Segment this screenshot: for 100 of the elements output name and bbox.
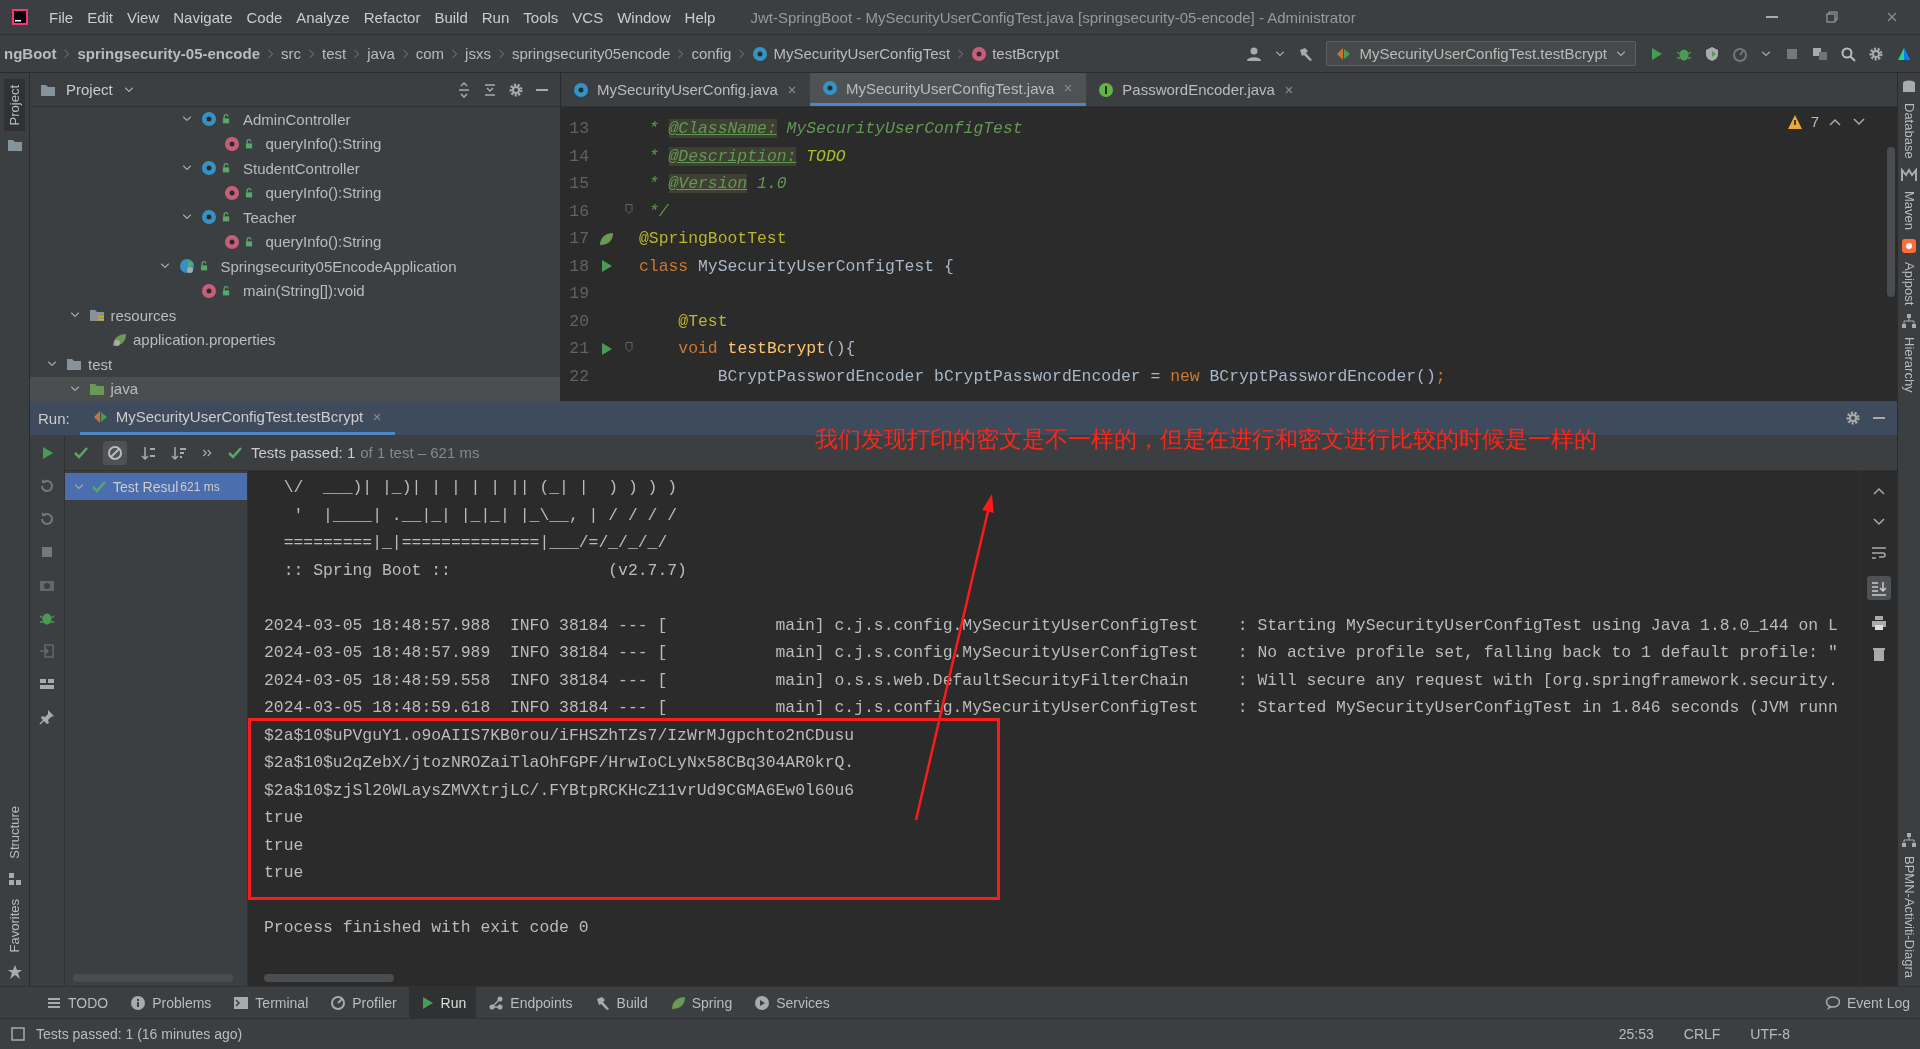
tool-window-tab[interactable]: Problems [120,987,222,1018]
settings-icon[interactable] [1868,45,1884,62]
settings-icon[interactable] [508,81,524,98]
menu-item[interactable]: Edit [80,8,121,26]
menu-item[interactable]: Run [474,8,517,26]
tool-window-tab[interactable]: Favorites [4,892,25,958]
tree-item[interactable]: Springsecurity05EncodeApplication [30,254,560,279]
rerun-icon[interactable] [39,478,55,494]
tool-window-tab[interactable]: Database [1901,101,1917,161]
settings-icon[interactable] [1845,410,1861,426]
tool-window-tab[interactable]: Run [408,987,477,1018]
panel-title[interactable]: Project [66,81,113,98]
status-item[interactable]: 25:53 [1618,1026,1654,1042]
tree-item[interactable]: java [30,376,560,401]
user-icon[interactable] [1246,45,1263,62]
trash-icon[interactable] [1871,646,1887,662]
menu-item[interactable]: Help [677,8,723,26]
tool-window-tab[interactable]: Endpoints [478,987,583,1018]
scrollbar[interactable] [1887,147,1895,297]
terminal-icon [233,994,250,1011]
breadcrumb[interactable]: MySecurityUserConfigTest [773,45,951,62]
soft-wrap-icon[interactable] [1871,545,1887,561]
breadcrumb[interactable]: ngBoot [4,45,57,62]
search-icon[interactable] [1840,45,1856,62]
layout-icon[interactable] [39,676,55,692]
breadcrumb[interactable]: java [367,45,395,62]
expand-all-icon[interactable] [456,81,472,98]
tree-item[interactable]: StudentController [30,156,560,181]
tool-window-tab[interactable]: Services [744,987,840,1018]
tool-window-tab[interactable]: Maven [1901,188,1917,232]
tree-item[interactable]: resources [30,303,560,328]
toggle-icon[interactable] [39,511,55,527]
menu-item[interactable]: Code [239,8,290,26]
leaf-icon[interactable] [598,230,614,247]
menu-item[interactable]: Tools [516,8,566,26]
coverage-icon[interactable] [1704,45,1720,62]
scrollbar[interactable] [264,974,394,982]
menu-item[interactable]: View [120,8,167,26]
breadcrumb[interactable]: testBcrypt [992,45,1059,62]
sort-icon[interactable] [171,444,187,461]
editor-tab[interactable]: MySecurityUserConfig.java [561,73,810,106]
breadcrumb[interactable]: src [281,45,302,62]
lock-icon [221,114,231,125]
status-icon[interactable] [10,1026,26,1042]
tool-window-tab[interactable]: Build [584,987,658,1018]
pin-icon[interactable] [39,709,55,725]
annotation-text: 我们发现打印的密文是不一样的，但是在进行和密文进行比较的时候是一样的 [815,425,1597,454]
tree-item[interactable]: queryInfo():String [30,229,560,254]
tree-item[interactable]: test [30,352,560,377]
menu-item[interactable]: Analyze [289,8,357,26]
profiler-icon[interactable] [1732,45,1748,62]
tool-window-tab[interactable]: Profiler [320,987,407,1018]
tree-item[interactable]: Teacher [30,205,560,230]
tool-window-tab[interactable]: BPMN-Activiti-Diagra [1901,853,1917,980]
menu-item[interactable]: File [42,8,81,26]
tree-item[interactable]: queryInfo():String [30,131,560,156]
sort-icon[interactable] [141,444,157,461]
tool-window-tab[interactable]: Spring [659,987,743,1018]
breadcrumb[interactable]: jsxs [465,45,491,62]
breadcrumb[interactable]: test [322,45,347,62]
menu-item[interactable]: Window [610,8,678,26]
editor-tab[interactable]: PasswordEncoder.java [1086,73,1307,106]
menu-item[interactable]: Refactor [356,8,428,26]
restore-icon[interactable] [1824,9,1840,25]
hammer-icon[interactable] [1298,45,1315,62]
run-configuration-dropdown[interactable]: MySecurityUserConfigTest.testBcrypt [1326,41,1636,66]
breadcrumb[interactable]: springsecurity-05-encode [77,45,261,62]
scroll-to-end-icon[interactable] [1867,576,1891,600]
block-icon[interactable] [103,440,127,465]
menu-item[interactable]: Build [427,8,475,26]
status-item[interactable]: UTF-8 [1750,1026,1790,1042]
breadcrumb[interactable]: springsecurity05encode [511,45,671,62]
event-log-tab[interactable]: Event Log [1814,987,1920,1018]
test-tree-item[interactable]: Test Resul 621 ms [65,473,247,500]
tool-window-tab[interactable]: Hierarchy [1901,335,1917,395]
warning-count[interactable]: 7 [1810,113,1819,130]
breadcrumb[interactable]: config [691,45,732,62]
tool-window-tab[interactable]: Project [4,79,25,132]
status-item[interactable]: CRLF [1683,1026,1721,1042]
menu-item[interactable]: Navigate [166,8,240,26]
collapse-all-icon[interactable] [482,81,498,98]
fold-icon[interactable] [623,340,635,353]
stop-icon[interactable] [39,544,55,560]
line-number: 20 [568,311,589,331]
editor-tab[interactable]: MySecurityUserConfigTest.java [809,73,1087,106]
tool-window-tab[interactable]: TODO [36,987,119,1018]
print-icon[interactable] [1871,615,1887,631]
tool-window-tab[interactable]: Structure [4,799,25,865]
menu-item[interactable]: VCS [565,8,611,26]
tree-item[interactable]: queryInfo():String [30,180,560,205]
tree-item[interactable]: main(String[]):void [30,278,560,303]
tree-item[interactable]: AdminController [30,107,560,132]
run-tab[interactable]: MySecurityUserConfigTest.testBcrypt [79,401,396,435]
tree-item[interactable]: application.properties [30,327,560,352]
fold-icon[interactable] [623,203,635,216]
tool-window-tab[interactable]: Apipost [1901,259,1917,308]
structure-icon [6,870,23,887]
breadcrumb[interactable]: com [415,45,445,62]
tool-window-tab[interactable]: Terminal [223,987,319,1018]
warning-icon [1786,113,1803,130]
